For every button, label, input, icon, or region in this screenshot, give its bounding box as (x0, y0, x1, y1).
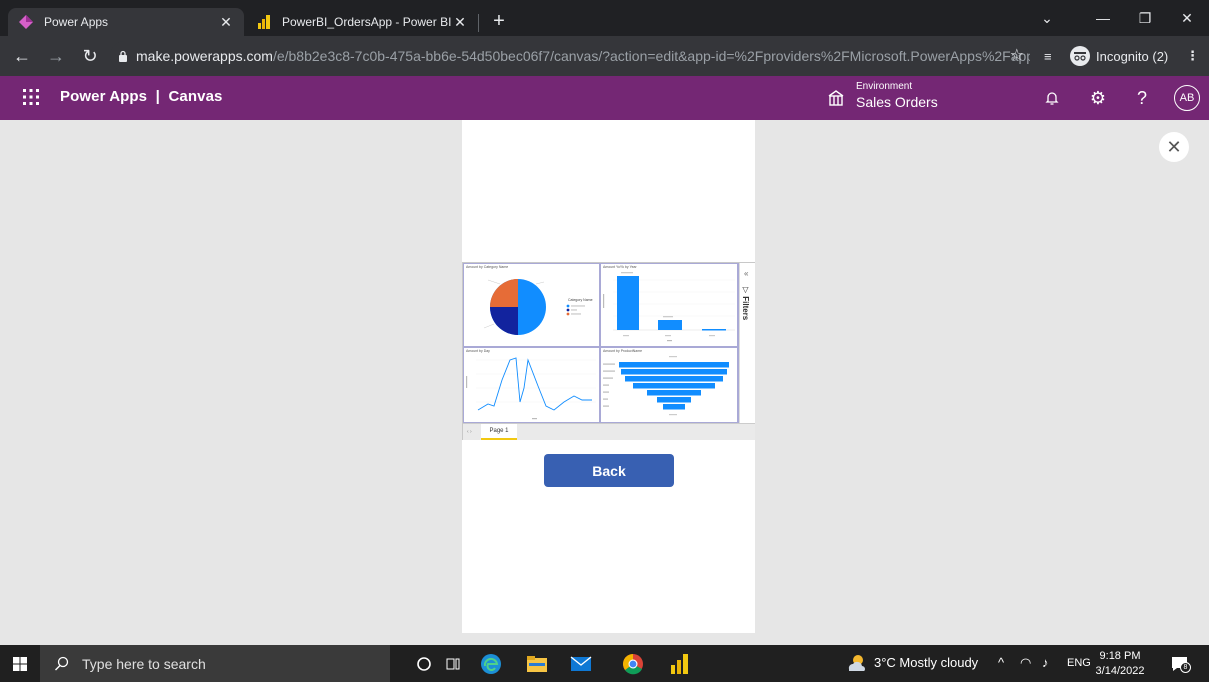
address-bar[interactable]: make.powerapps.com/e/b8b2e3c8-7c0b-475a-… (110, 41, 1030, 71)
incognito-label: Incognito (2) (1096, 48, 1169, 64)
back-arrow-icon[interactable]: ← (10, 44, 34, 68)
power-apps-header: Power Apps | Canvas Environment Sales Or… (0, 76, 1209, 120)
user-avatar[interactable]: AB (1174, 85, 1200, 111)
settings-gear-icon[interactable]: ⚙ (1086, 86, 1110, 110)
bar-chart-graphic (603, 272, 735, 342)
app-brand-title: Power Apps | Canvas (60, 88, 223, 105)
pie-chart-graphic (483, 279, 585, 335)
pie-legend-title: Category Name (568, 298, 593, 302)
volume-icon[interactable]: ♪ (1042, 655, 1049, 670)
show-hidden-icons-chevron-icon[interactable]: ^ (998, 655, 1004, 670)
wifi-icon[interactable]: ◠ (1020, 655, 1031, 671)
bookmark-star-icon[interactable]: ☆ (1010, 45, 1024, 65)
edge-browser-icon[interactable] (478, 651, 504, 677)
close-icon: ✕ (1166, 136, 1182, 157)
close-icon[interactable]: ✕ (452, 14, 468, 31)
help-icon[interactable]: ? (1130, 86, 1154, 110)
tab-search-chevron-icon[interactable]: ⌄ (1032, 6, 1062, 30)
weather-text[interactable]: 3°C Mostly cloudy (874, 655, 978, 670)
report-page-bar: ‹ › Page 1 (463, 423, 755, 440)
filters-label: ▽ Filters (741, 285, 750, 320)
reading-list-icon[interactable]: ≡ (1044, 44, 1052, 68)
environment-name[interactable]: Sales Orders (856, 94, 938, 110)
browser-menu-icon[interactable]: ⋮ (1186, 44, 1199, 68)
close-icon[interactable]: ✕ (218, 14, 234, 31)
tab-power-apps[interactable]: Power Apps ✕ (8, 8, 244, 36)
lock-icon (119, 50, 127, 62)
filters-pane[interactable]: « ▽ Filters (739, 263, 755, 423)
cortana-icon[interactable] (411, 651, 437, 677)
chrome-icon[interactable] (620, 651, 646, 677)
pie-chart-visual[interactable]: Amount by Category Name Category Name (464, 264, 599, 346)
environment-label: Environment (856, 81, 913, 92)
forward-arrow-icon[interactable]: → (44, 44, 68, 68)
browser-toolbar: ← → ↻ make.powerapps.com/e/b8b2e3c8-7c0b… (0, 36, 1209, 76)
notification-count-badge: 8 (1180, 662, 1191, 673)
app-launcher-icon[interactable] (22, 88, 40, 106)
minimize-icon[interactable]: — (1088, 6, 1118, 30)
app-screen: Amount by Category Name Category Name Am… (462, 120, 755, 633)
expand-chevron-icon[interactable]: « (744, 269, 748, 278)
funnel-chart-visual[interactable]: Amount by ProductName (601, 348, 737, 422)
power-apps-logo-icon (19, 15, 33, 29)
funnel-chart-graphic (603, 356, 729, 416)
url-host: make.powerapps.com (136, 48, 273, 64)
close-preview-button[interactable]: ✕ (1159, 132, 1189, 162)
file-explorer-icon[interactable] (524, 651, 550, 677)
weather-icon[interactable] (846, 653, 868, 674)
power-bi-report: Amount by Category Name Category Name Am… (463, 263, 739, 423)
environment-icon[interactable] (826, 88, 846, 108)
windows-start-icon[interactable] (13, 657, 27, 671)
task-view-icon[interactable] (440, 651, 466, 677)
tab-title: Power Apps (44, 15, 109, 29)
line-chart-graphic (466, 357, 596, 420)
new-tab-button[interactable]: + (488, 10, 510, 32)
line-chart-visual[interactable]: Amount by Day (464, 348, 599, 422)
notifications-bell-icon[interactable] (1040, 86, 1064, 110)
clock-time: 9:18 PM (1099, 650, 1141, 662)
restore-icon[interactable]: ❐ (1130, 6, 1160, 30)
url-path: /e/b8b2e3c8-7c0b-475a-bb6e-54d50bec06f7/… (272, 48, 1030, 64)
notification-center-icon[interactable]: 8 (1170, 654, 1191, 674)
url-text: make.powerapps.com/e/b8b2e3c8-7c0b-475a-… (136, 48, 1030, 64)
taskbar-search-box[interactable]: Type here to search (40, 645, 390, 682)
bar-chart-visual[interactable]: Amount YoYk by Year (601, 264, 737, 346)
power-bi-logo-icon (258, 15, 270, 29)
tab-divider (478, 14, 479, 32)
back-button[interactable]: Back (544, 454, 674, 487)
browser-tab-strip: Power Apps ✕ PowerBI_OrdersApp - Power B… (0, 0, 1209, 36)
language-indicator[interactable]: ENG (1067, 657, 1091, 669)
filter-funnel-icon: ▽ (741, 285, 750, 297)
canvas-area: ✕ Amount by Category Name Category Name … (0, 120, 1209, 645)
power-bi-taskbar-icon[interactable] (666, 651, 692, 677)
page-tab-1[interactable]: Page 1 (481, 424, 517, 440)
mail-icon[interactable] (568, 651, 594, 677)
clock-date: 3/14/2022 (1095, 665, 1145, 677)
search-placeholder: Type here to search (82, 655, 206, 672)
power-bi-tile[interactable]: Amount by Category Name Category Name Am… (462, 262, 755, 440)
incognito-icon (1070, 46, 1090, 66)
search-icon (55, 656, 69, 670)
incognito-indicator[interactable]: Incognito (2) (1070, 44, 1168, 68)
page-nav-arrows-icon[interactable]: ‹ › (467, 429, 472, 435)
taskbar-clock[interactable]: 9:18 PM 3/14/2022 (1092, 649, 1148, 679)
reload-icon[interactable]: ↻ (78, 44, 102, 68)
windows-taskbar: Type here to search 3°C Mostly cloudy ^ … (0, 645, 1209, 682)
filters-text: Filters (741, 296, 750, 321)
window-close-icon[interactable]: ✕ (1172, 6, 1202, 30)
tab-title: PowerBI_OrdersApp - Power BI (282, 15, 452, 29)
tab-power-bi[interactable]: PowerBI_OrdersApp - Power BI ✕ (246, 8, 478, 36)
